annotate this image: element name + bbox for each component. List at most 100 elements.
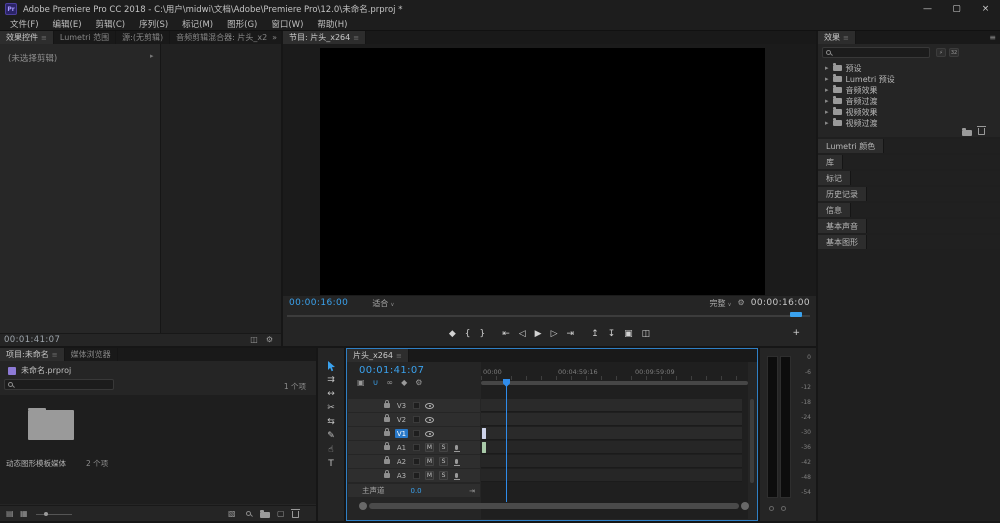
snap-magnet-icon[interactable]: ∪ <box>373 379 379 387</box>
keyframe-nav-icon[interactable]: ⇥ <box>469 487 475 495</box>
solo-button[interactable]: S <box>439 457 448 466</box>
track-lock-icon[interactable] <box>384 470 390 478</box>
tab-lumetri-color[interactable]: Lumetri 颜色 <box>818 139 885 153</box>
track-lane[interactable] <box>481 469 742 482</box>
track-lock-icon[interactable] <box>384 456 390 464</box>
chevron-right-icon[interactable]: ▸ <box>825 108 829 116</box>
effects-bin-presets[interactable]: ▸ 预设 <box>818 63 1000 73</box>
icon-view-icon[interactable]: ▦ <box>20 510 28 518</box>
track-lock-icon[interactable] <box>384 442 390 450</box>
sync-lock-icon[interactable] <box>413 402 420 409</box>
track-lane[interactable] <box>481 455 742 468</box>
mark-out-button[interactable]: } <box>479 329 485 339</box>
track-lane[interactable] <box>481 399 742 412</box>
track-output-eye-icon[interactable] <box>425 430 434 437</box>
panel-menu-icon[interactable]: ≡ <box>353 34 359 42</box>
track-target-button[interactable]: A3 <box>395 471 408 480</box>
hand-tool[interactable]: ☝ <box>318 444 344 456</box>
chevron-right-icon[interactable]: ▸ <box>825 64 829 72</box>
selection-tool[interactable] <box>318 360 344 372</box>
project-search-box[interactable] <box>4 379 114 390</box>
playback-resolution-select[interactable]: 完整 ∨ <box>709 298 731 309</box>
sync-lock-icon[interactable] <box>413 458 420 465</box>
chevron-right-icon[interactable]: ▸ <box>825 86 829 94</box>
chevron-right-icon[interactable]: ▸ <box>825 119 829 127</box>
tab-effects[interactable]: 效果 ≡ <box>818 31 856 44</box>
track-lock-icon[interactable] <box>384 428 390 436</box>
mute-button[interactable]: M <box>425 457 434 466</box>
zoom-level-select[interactable]: 适合 ∨ <box>372 298 394 309</box>
bin-thumbnail-folder-icon[interactable] <box>28 408 74 440</box>
mark-in-button[interactable]: { <box>465 329 471 339</box>
menu-clip[interactable]: 剪辑(C) <box>89 18 133 30</box>
automate-to-sequence-icon[interactable]: ▧ <box>228 510 236 518</box>
track-target-button[interactable]: A2 <box>395 457 408 466</box>
play-button[interactable]: ▶ <box>535 329 542 339</box>
track-output-eye-icon[interactable] <box>425 416 434 423</box>
solo-button[interactable]: S <box>439 471 448 480</box>
track-lane[interactable] <box>481 413 742 426</box>
voiceover-mic-icon[interactable] <box>453 445 460 452</box>
minimize-button[interactable]: — <box>913 0 942 18</box>
delete-icon[interactable] <box>291 509 300 518</box>
audio-clip[interactable] <box>482 442 486 453</box>
new-item-icon[interactable]: ▢ <box>277 510 285 518</box>
sync-lock-icon[interactable] <box>413 444 420 451</box>
track-output-eye-icon[interactable] <box>425 402 434 409</box>
tab-markers[interactable]: 标记 <box>818 171 851 185</box>
solo-left-icon[interactable] <box>769 506 774 511</box>
track-target-button[interactable]: V2 <box>395 415 408 424</box>
effects-search-input[interactable] <box>836 48 927 57</box>
export-frame-button[interactable]: ▣ <box>624 329 633 339</box>
time-ruler[interactable]: 00:00 00:04:59:16 00:09:59:09 <box>481 363 748 380</box>
tab-essential-graphics[interactable]: 基本图形 <box>818 235 867 249</box>
zoom-slider-handle[interactable] <box>44 512 48 516</box>
delete-custom-item-icon[interactable] <box>977 126 986 135</box>
toggle-view-icon[interactable]: ◫ <box>250 336 258 344</box>
track-target-button[interactable]: V3 <box>395 401 408 410</box>
new-custom-bin-icon[interactable] <box>962 128 972 136</box>
zoom-handle-left[interactable] <box>359 502 367 510</box>
tab-essential-sound[interactable]: 基本声音 <box>818 219 867 233</box>
settings-gear-icon[interactable]: ⚙ <box>266 336 273 344</box>
effects-bin-audio-transitions[interactable]: ▸ 音频过渡 <box>818 96 1000 106</box>
slip-tool[interactable]: ⇆ <box>318 416 344 428</box>
menu-window[interactable]: 窗口(W) <box>264 18 310 30</box>
tab-effect-controls[interactable]: 效果控件 ≡ <box>0 31 54 44</box>
work-area-bar[interactable] <box>481 381 748 385</box>
effects-bin-audio-effects[interactable]: ▸ 音频效果 <box>818 85 1000 95</box>
type-tool[interactable]: T <box>318 458 344 470</box>
panel-menu-icon[interactable]: ≡ <box>52 351 58 359</box>
tab-media-browser[interactable]: 媒体浏览器 <box>65 348 118 361</box>
sync-lock-icon[interactable] <box>413 472 420 479</box>
timeline-settings-wrench-icon[interactable]: ⚙ <box>415 379 422 387</box>
menu-graphics[interactable]: 图形(G) <box>220 18 264 30</box>
monitor-seek-bar[interactable] <box>287 315 810 317</box>
track-target-button[interactable]: V1 <box>395 429 408 438</box>
linked-selection-icon[interactable]: ∞ <box>386 379 393 387</box>
master-level-value[interactable]: 0.0 <box>411 487 422 495</box>
new-bin-icon[interactable] <box>260 510 270 518</box>
project-root-row[interactable]: 未命名.prproj <box>0 364 316 377</box>
ripple-edit-tool[interactable]: ↔ <box>318 388 344 400</box>
panel-menu-icon[interactable]: ≡ <box>396 352 402 360</box>
project-search-input[interactable] <box>18 380 111 389</box>
track-lane[interactable] <box>481 441 742 454</box>
extract-button[interactable]: ↧ <box>608 329 616 339</box>
effects-bin-video-transitions[interactable]: ▸ 视频过渡 <box>818 118 1000 128</box>
mute-button[interactable]: M <box>425 443 434 452</box>
solo-right-icon[interactable] <box>781 506 786 511</box>
monitor-playhead[interactable] <box>790 312 802 317</box>
panel-menu-icon[interactable]: ≡ <box>985 31 1000 44</box>
maximize-button[interactable]: ▢ <box>942 0 971 18</box>
nest-sequence-icon[interactable]: ▣ <box>357 379 365 387</box>
chevron-right-icon[interactable]: ▸ <box>825 75 829 83</box>
menu-file[interactable]: 文件(F) <box>3 18 46 30</box>
timeline-vertical-scrollbar[interactable] <box>750 399 754 483</box>
zoom-slider[interactable] <box>36 514 72 515</box>
tab-program-monitor[interactable]: 节目: 片头_x264 ≡ <box>283 31 367 44</box>
video-clip[interactable] <box>482 428 486 439</box>
tab-sequence[interactable]: 片头_x264 ≡ <box>347 349 409 362</box>
tab-libraries[interactable]: 库 <box>818 155 843 169</box>
tab-audio-clip-mixer[interactable]: 音频剪辑混合器: 片头_x2 <box>170 31 268 44</box>
